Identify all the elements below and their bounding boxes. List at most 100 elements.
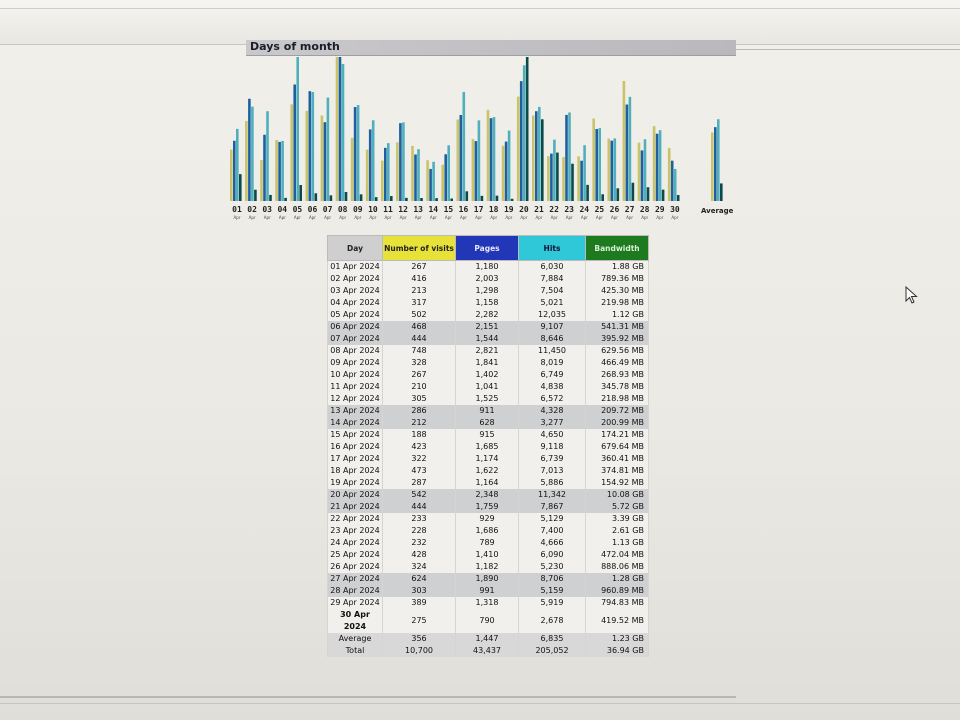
table-row: 27 Apr 2024 624 1,890 8,706 1.28 GB: [327, 573, 649, 585]
x-tick-month: Apr: [580, 215, 588, 220]
bar-bandwidth-18: [495, 195, 499, 201]
bar-visits-14: [426, 160, 429, 201]
cell-visits: 322: [382, 453, 456, 465]
x-tick-month: Apr: [369, 215, 377, 220]
cell-bandwidth: 1.28 GB: [585, 573, 649, 585]
table-row: 16 Apr 2024 423 1,685 9,118 679.64 MB: [327, 441, 649, 453]
section-header: Days of month: [246, 40, 736, 56]
cell-visits: 468: [382, 321, 456, 333]
bar-bandwidth-24: [586, 184, 589, 201]
cell-hits: 5,021: [518, 297, 586, 309]
table-row: 28 Apr 2024 303 991 5,159 960.89 MB: [327, 585, 649, 597]
cell-visits: 624: [382, 573, 456, 585]
bar-bandwidth-28: [646, 187, 650, 201]
x-tick-month: Apr: [233, 215, 241, 220]
cell-day: 02 Apr 2024: [327, 273, 383, 285]
cell-day: 23 Apr 2024: [327, 525, 383, 537]
cell-bandwidth: 360.41 MB: [585, 453, 649, 465]
bar-visits-17: [471, 139, 475, 201]
cell-bandwidth: 466.49 MB: [585, 357, 649, 369]
cell-pages: 1,759: [455, 501, 519, 513]
bar-pages-16: [459, 114, 463, 201]
cell-bandwidth: 1.88 GB: [585, 260, 649, 273]
bar-hits-10: [371, 120, 375, 201]
bar-hits-14: [432, 161, 435, 201]
cell-visits: 542: [382, 489, 456, 501]
bar-bandwidth-19: [510, 198, 514, 201]
footer-rule: [0, 696, 736, 698]
x-tick-label: 11: [383, 205, 393, 214]
bar-pages-14: [429, 168, 432, 201]
bar-visits-07: [320, 115, 324, 201]
cell-pages: 1,686: [455, 525, 519, 537]
cell-visits: 444: [382, 501, 456, 513]
table-row: 05 Apr 2024 502 2,282 12,035 1.12 GB: [327, 309, 649, 321]
bar-bandwidth-01: [239, 174, 242, 201]
cell-day: 04 Apr 2024: [327, 297, 383, 309]
cell-day: 11 Apr 2024: [327, 381, 383, 393]
cell-bandwidth: 345.78 MB: [585, 381, 649, 393]
cell-hits: 7,867: [518, 501, 586, 513]
bar-visits-10: [365, 149, 369, 201]
x-tick-month: Apr: [565, 215, 573, 220]
cell-day: 21 Apr 2024: [327, 501, 383, 513]
col-header-visits[interactable]: Number of visits: [382, 235, 456, 261]
table-row: 08 Apr 2024 748 2,821 11,450 629.56 MB: [327, 345, 649, 357]
x-tick-month: Apr: [595, 215, 603, 220]
bar-pages-08: [338, 57, 342, 201]
top-frame: [0, 0, 960, 45]
table-row: 12 Apr 2024 305 1,525 6,572 218.98 MB: [327, 393, 649, 405]
bar-visits-25: [592, 118, 595, 201]
cell-bandwidth: 5.72 GB: [585, 501, 649, 513]
table-row: 14 Apr 2024 212 628 3,277 200.99 MB: [327, 417, 649, 429]
x-tick-month: Apr: [414, 215, 422, 220]
cell-visits: 389: [382, 597, 456, 609]
cell-hits: 5,886: [518, 477, 586, 489]
cell-bandwidth: 419.52 MB: [585, 609, 649, 633]
total-hits: 205,052: [518, 645, 586, 657]
bar-visits-26: [607, 138, 611, 201]
x-tick-month: Apr: [399, 215, 407, 220]
cell-bandwidth: 10.08 GB: [585, 489, 649, 501]
bar-bandwidth-03: [269, 194, 272, 201]
cell-visits: 428: [382, 549, 456, 561]
x-tick-label: 30: [670, 205, 680, 214]
bar-bandwidth-09: [359, 194, 363, 201]
bar-bandwidth-20: [525, 57, 529, 201]
cell-hits: 8,706: [518, 573, 586, 585]
bar-pages-12: [399, 123, 402, 201]
bar-pages-30: [670, 160, 674, 201]
bar-pages-23: [565, 114, 568, 201]
bar-hits-07: [326, 97, 330, 201]
x-tick-month: Apr: [550, 215, 558, 220]
bar-pages-24: [580, 160, 583, 201]
cell-bandwidth: 218.98 MB: [585, 393, 649, 405]
cell-day: 08 Apr 2024: [327, 345, 383, 357]
cell-hits: 6,572: [518, 393, 586, 405]
cell-day: 06 Apr 2024: [327, 321, 383, 333]
col-header-pages[interactable]: Pages: [455, 235, 519, 261]
col-header-bandwidth[interactable]: Bandwidth: [585, 235, 649, 261]
bar-pages-09: [353, 107, 357, 201]
bar-visits-24: [577, 156, 580, 201]
x-tick-label: 18: [488, 205, 499, 214]
table-row: 23 Apr 2024 228 1,686 7,400 2.61 GB: [327, 525, 649, 537]
bar-bandwidth-04: [284, 197, 287, 201]
col-header-hits[interactable]: Hits: [518, 235, 586, 261]
bar-hits-05: [296, 57, 299, 201]
col-header-day[interactable]: Day: [327, 235, 383, 261]
cell-hits: 2,678: [518, 609, 586, 633]
cell-pages: 1,041: [455, 381, 519, 393]
cell-bandwidth: 395.92 MB: [585, 333, 649, 345]
cell-day: 18 Apr 2024: [327, 465, 383, 477]
bar-pages-27: [625, 104, 629, 201]
bar-bandwidth-average: [720, 183, 723, 201]
cell-visits: 324: [382, 561, 456, 573]
bar-hits-21: [538, 106, 541, 201]
cell-visits: 212: [382, 417, 456, 429]
x-tick-month: Apr: [263, 215, 271, 220]
bar-pages-26: [610, 140, 614, 201]
cell-hits: 9,107: [518, 321, 586, 333]
x-tick-label: 10: [368, 205, 378, 214]
table-row: 07 Apr 2024 444 1,544 8,646 395.92 MB: [327, 333, 649, 345]
